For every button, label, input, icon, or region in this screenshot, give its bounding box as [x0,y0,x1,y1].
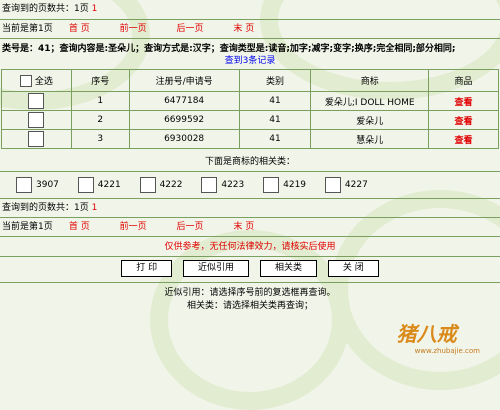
related-class-code: 4222 [159,180,183,190]
row-class: 41 [238,129,312,149]
first-page-link[interactable]: 首 页 [69,24,90,34]
current-page-label: 当前是第1页 [2,222,53,232]
similar-reference-button[interactable]: 近似引用 [183,260,250,277]
row-checkbox[interactable] [28,112,45,128]
row-reg-no: 6477184 [128,91,240,111]
related-class-option[interactable]: 3907 [16,172,59,198]
header-mark: 商标 [310,69,430,92]
row-mark: 慧朵儿 [310,129,430,149]
action-buttons: 打 印 近似引用 相关类 关 闭 [0,256,500,282]
header-goods: 商品 [428,69,499,92]
related-class-checkbox[interactable] [201,176,218,193]
related-class-code: 4227 [344,180,368,190]
related-class-code: 3907 [36,180,59,190]
page-count-label: 查询到的页数共：1页 [2,203,89,213]
row-reg-no: 6699592 [128,110,240,130]
logo-site: www.zhubajie.com [414,347,480,355]
related-class-checkbox[interactable] [16,176,32,193]
disclaimer-notice: 仅供参考，无任何法律效力，请核实后使用 [0,236,500,256]
row-checkbox[interactable] [28,131,45,147]
related-classes: 3907 4221 4222 4223 4219 4227 [0,172,500,198]
first-page-link[interactable]: 首 页 [69,222,90,232]
row-seq: 2 [70,110,130,130]
related-class-option[interactable]: 4227 [324,172,368,198]
select-all-checkbox[interactable] [19,75,32,88]
header-seq: 序号 [70,69,130,92]
record-count-link[interactable]: 查到3条记录 [225,56,276,66]
help-similar-text: 近似引用：请选择序号前的复选框再查询。 [164,288,336,298]
related-class-checkbox[interactable] [263,176,280,193]
site-logo: 猪八戒 www.zhubajie.com [397,318,480,355]
table-row: 3 6930028 41 慧朵儿 查看 [1,129,499,149]
related-class-code: 4223 [221,180,245,190]
row-checkbox[interactable] [28,93,45,109]
page-count-top: 查询到的页数共：1页 1 [0,0,500,19]
row-reg-no: 6930028 [128,129,240,149]
table-row: 2 6699592 41 爱朵儿 查看 [1,110,499,130]
table-header-row: 全选 序号 注册号/申请号 类别 商标 商品 [1,69,499,92]
related-class-code: 4219 [283,180,307,190]
related-class-checkbox[interactable] [77,176,94,193]
page-count-value: 1 [91,203,98,213]
last-page-link[interactable]: 末 页 [233,222,254,232]
current-page-label: 当前是第1页 [2,24,53,34]
page-count-value: 1 [91,4,98,14]
view-link[interactable]: 查看 [455,98,473,108]
row-mark: 爱朵儿;I DOLL HOME [310,91,430,111]
related-classes-heading: 下面是商标的相关类： [0,152,500,172]
print-button[interactable]: 打 印 [121,260,173,277]
row-seq: 1 [70,91,130,111]
close-button[interactable]: 关 闭 [327,260,379,277]
row-seq: 3 [70,129,130,149]
last-page-link[interactable]: 末 页 [233,24,254,34]
related-class-checkbox[interactable] [324,176,341,193]
related-class-option[interactable]: 4222 [139,172,183,198]
related-class-checkbox[interactable] [139,176,156,193]
next-page-link[interactable]: 后一页 [177,222,204,232]
row-class: 41 [238,110,312,130]
row-class: 41 [238,91,312,111]
help-text: 近似引用：请选择序号前的复选框再查询。 相关类：请选择相关类再查询； [0,282,500,313]
related-class-option[interactable]: 4219 [263,172,306,198]
query-summary-text: 类号是：41；查询内容是:圣朵儿；查询方式是:汉字；查询类型是:读音;加字;减字… [2,44,456,54]
page-count-bottom: 查询到的页数共：1页 1 [0,198,500,217]
help-related-text: 相关类：请选择相关类再查询； [186,301,313,311]
pager-bottom: 当前是第1页 首 页 前一页 后一页 末 页 [0,217,500,236]
prev-page-link[interactable]: 前一页 [120,24,147,34]
next-page-link[interactable]: 后一页 [177,24,204,34]
select-all-header[interactable]: 全选 [1,69,72,92]
header-reg-no: 注册号/申请号 [128,69,240,92]
query-summary: 类号是：41；查询内容是:圣朵儿；查询方式是:汉字；查询类型是:读音;加字;减字… [0,38,500,69]
pager-top: 当前是第1页 首 页 前一页 后一页 末 页 [0,19,500,38]
logo-text: 猪八戒 [396,322,457,346]
related-class-option[interactable]: 4223 [201,172,244,198]
select-all-label: 全选 [34,76,53,87]
view-link[interactable]: 查看 [455,136,473,146]
related-class-code: 4221 [97,180,121,190]
related-class-button[interactable]: 相关类 [259,260,317,277]
view-link[interactable]: 查看 [455,117,473,127]
page-count-label: 查询到的页数共：1页 [2,4,89,14]
header-class: 类别 [238,69,312,92]
related-class-option[interactable]: 4221 [77,172,121,198]
results-table: 全选 序号 注册号/申请号 类别 商标 商品 1 6477184 41 爱朵儿;… [1,69,499,149]
prev-page-link[interactable]: 前一页 [120,222,147,232]
table-row: 1 6477184 41 爱朵儿;I DOLL HOME 查看 [1,91,499,111]
page: 查询到的页数共：1页 1 当前是第1页 首 页 前一页 后一页 末 页 类号是：… [0,0,500,313]
row-mark: 爱朵儿 [310,110,430,130]
